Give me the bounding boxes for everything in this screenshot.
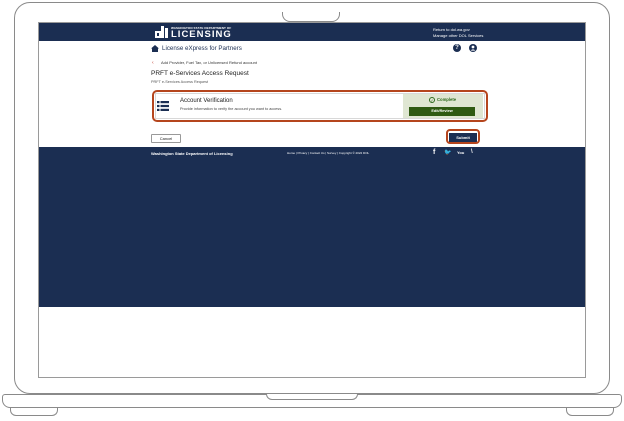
laptop-screen: WASHINGTON STATE DEPARTMENT OF LICENSING… bbox=[38, 22, 586, 378]
manage-services-link[interactable]: Manage other DOL Services bbox=[433, 33, 483, 38]
back-arrow-icon[interactable]: ‹ bbox=[152, 60, 154, 66]
laptop-foot-right bbox=[566, 408, 614, 416]
laptop-foot-left bbox=[10, 408, 58, 416]
page-title: PRFT e-Services Access Request bbox=[151, 70, 249, 77]
card-highlight bbox=[152, 90, 488, 122]
footer-links[interactable]: Home | Privacy | Contact Us | Survey | C… bbox=[287, 151, 369, 155]
twitter-icon[interactable]: 🐦 bbox=[444, 149, 451, 156]
submit-highlight bbox=[446, 129, 480, 144]
facebook-icon[interactable]: f bbox=[433, 149, 435, 156]
footer-title: Washington State Department of Licensing bbox=[151, 151, 233, 156]
cancel-button[interactable]: Cancel bbox=[151, 134, 181, 143]
rss-icon[interactable]: \ bbox=[471, 149, 473, 155]
return-link[interactable]: Return to dol.wa.gov bbox=[433, 27, 470, 32]
site-footer bbox=[39, 147, 585, 307]
dol-logo-icon bbox=[155, 26, 168, 38]
page-subtitle: PRFT e-Services Access Request bbox=[151, 80, 209, 84]
app-title-link[interactable]: License eXpress for Partners bbox=[162, 45, 242, 52]
laptop-base-notch bbox=[266, 394, 358, 400]
site-header bbox=[39, 23, 585, 41]
home-icon[interactable] bbox=[151, 45, 159, 52]
breadcrumb[interactable]: Add Provider, Fuel Tax, or Unlicensed Re… bbox=[161, 60, 257, 65]
laptop-camera-notch bbox=[282, 12, 340, 22]
user-icon[interactable] bbox=[469, 44, 477, 52]
nav-bar bbox=[39, 41, 585, 57]
help-icon[interactable]: ? bbox=[453, 44, 461, 52]
logo-big-text: LICENSING bbox=[171, 29, 232, 40]
youtube-icon[interactable]: You bbox=[457, 150, 464, 155]
